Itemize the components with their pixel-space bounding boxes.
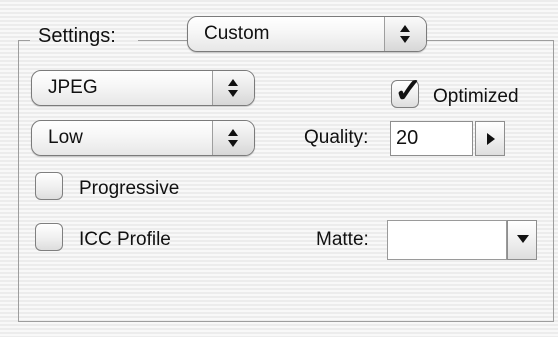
quality-preset-down-arrow-icon [228,140,238,147]
settings-label: Settings: [38,25,116,47]
settings-updown-icon [384,17,426,51]
quality-slider-button[interactable] [475,121,505,156]
format-down-arrow-icon [228,90,238,97]
settings-popup[interactable]: Custom [187,16,427,52]
format-popup-value: JPEG [48,77,98,98]
icc-profile-label: ICC Profile [79,229,171,250]
format-updown-icon [212,71,254,105]
settings-down-arrow-icon [400,36,410,43]
right-arrow-icon [487,133,495,145]
quality-label: Quality: [304,127,369,148]
matte-dropdown-button[interactable] [507,220,537,260]
quality-preset-popup[interactable]: Low [31,120,255,156]
matte-field[interactable] [387,220,507,260]
optimized-label: Optimized [433,86,519,107]
progressive-label: Progressive [79,178,180,199]
progressive-checkbox[interactable] [35,172,63,200]
quality-preset-popup-value: Low [48,127,83,148]
icc-profile-checkbox[interactable] [35,223,63,251]
settings-up-arrow-icon [400,25,410,32]
quality-preset-up-arrow-icon [228,129,238,136]
down-arrow-icon [517,235,529,243]
checkmark-icon: ✓ [394,72,423,110]
quality-preset-updown-icon [212,121,254,155]
settings-legend: Settings: [30,16,138,56]
settings-popup-value: Custom [204,23,270,44]
quality-input[interactable]: 20 [390,121,473,156]
format-up-arrow-icon [228,79,238,86]
optimized-checkbox[interactable]: ✓ [391,74,423,108]
matte-label: Matte: [316,229,369,250]
format-popup[interactable]: JPEG [31,70,255,106]
